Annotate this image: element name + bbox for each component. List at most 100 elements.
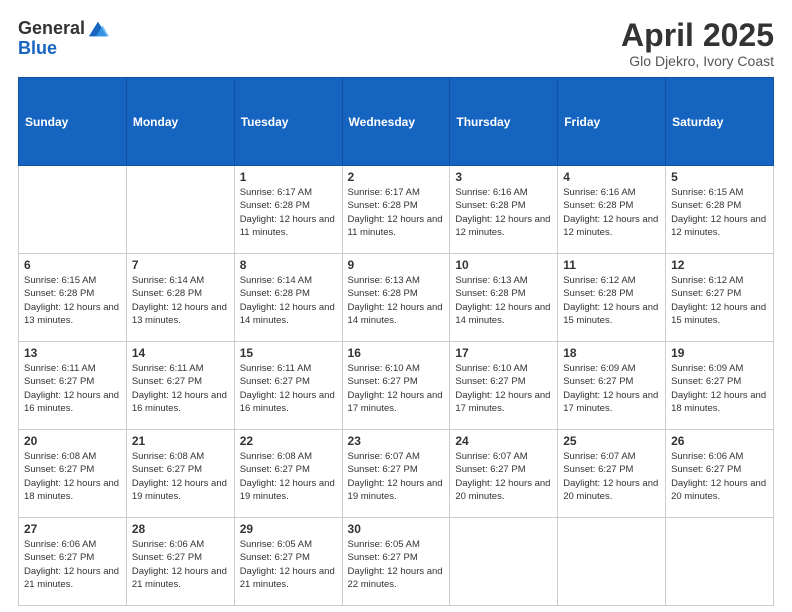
day-info: Sunrise: 6:10 AM Sunset: 6:27 PM Dayligh… [455, 362, 552, 415]
calendar-cell: 11 Sunrise: 6:12 AM Sunset: 6:28 PM Dayli… [558, 254, 666, 342]
calendar-cell: 20 Sunrise: 6:08 AM Sunset: 6:27 PM Dayli… [19, 430, 127, 518]
day-info: Sunrise: 6:17 AM Sunset: 6:28 PM Dayligh… [240, 186, 337, 239]
day-info: Sunrise: 6:05 AM Sunset: 6:27 PM Dayligh… [348, 538, 445, 591]
logo-icon [87, 18, 109, 40]
calendar-cell: 4 Sunrise: 6:16 AM Sunset: 6:28 PM Daylig… [558, 166, 666, 254]
day-info: Sunrise: 6:08 AM Sunset: 6:27 PM Dayligh… [24, 450, 121, 503]
day-number: 23 [348, 434, 445, 448]
day-number: 7 [132, 258, 229, 272]
day-info: Sunrise: 6:14 AM Sunset: 6:28 PM Dayligh… [240, 274, 337, 327]
day-info: Sunrise: 6:17 AM Sunset: 6:28 PM Dayligh… [348, 186, 445, 239]
day-info: Sunrise: 6:11 AM Sunset: 6:27 PM Dayligh… [24, 362, 121, 415]
calendar-cell: 13 Sunrise: 6:11 AM Sunset: 6:27 PM Dayli… [19, 342, 127, 430]
day-info: Sunrise: 6:13 AM Sunset: 6:28 PM Dayligh… [348, 274, 445, 327]
col-header-thursday: Thursday [450, 78, 558, 166]
day-number: 2 [348, 170, 445, 184]
col-header-monday: Monday [126, 78, 234, 166]
calendar-cell: 1 Sunrise: 6:17 AM Sunset: 6:28 PM Daylig… [234, 166, 342, 254]
calendar-week-1: 1 Sunrise: 6:17 AM Sunset: 6:28 PM Daylig… [19, 166, 774, 254]
calendar-header-row: SundayMondayTuesdayWednesdayThursdayFrid… [19, 78, 774, 166]
logo-blue: Blue [18, 38, 109, 60]
day-info: Sunrise: 6:15 AM Sunset: 6:28 PM Dayligh… [24, 274, 121, 327]
col-header-saturday: Saturday [666, 78, 774, 166]
day-number: 28 [132, 522, 229, 536]
page: General Blue April 2025 Glo Djekro, Ivor… [0, 0, 792, 612]
calendar-cell: 18 Sunrise: 6:09 AM Sunset: 6:27 PM Dayli… [558, 342, 666, 430]
day-number: 8 [240, 258, 337, 272]
day-info: Sunrise: 6:05 AM Sunset: 6:27 PM Dayligh… [240, 538, 337, 591]
title-location: Glo Djekro, Ivory Coast [621, 53, 774, 69]
calendar-cell: 16 Sunrise: 6:10 AM Sunset: 6:27 PM Dayli… [342, 342, 450, 430]
calendar-cell [126, 166, 234, 254]
day-info: Sunrise: 6:13 AM Sunset: 6:28 PM Dayligh… [455, 274, 552, 327]
day-number: 14 [132, 346, 229, 360]
col-header-sunday: Sunday [19, 78, 127, 166]
day-number: 15 [240, 346, 337, 360]
day-number: 3 [455, 170, 552, 184]
calendar-cell: 3Sunrise: 6:16 AM Sunset: 6:28 PM Daylig… [450, 166, 558, 254]
day-number: 22 [240, 434, 337, 448]
day-number: 20 [24, 434, 121, 448]
calendar-cell: 6 Sunrise: 6:15 AM Sunset: 6:28 PM Daylig… [19, 254, 127, 342]
logo: General Blue [18, 18, 109, 60]
calendar-cell: 12Sunrise: 6:12 AM Sunset: 6:27 PM Dayli… [666, 254, 774, 342]
day-number: 27 [24, 522, 121, 536]
calendar-cell: 19 Sunrise: 6:09 AM Sunset: 6:27 PM Dayli… [666, 342, 774, 430]
day-info: Sunrise: 6:09 AM Sunset: 6:27 PM Dayligh… [671, 362, 768, 415]
day-number: 18 [563, 346, 660, 360]
calendar-cell: 21 Sunrise: 6:08 AM Sunset: 6:27 PM Dayli… [126, 430, 234, 518]
calendar-table: SundayMondayTuesdayWednesdayThursdayFrid… [18, 77, 774, 606]
day-info: Sunrise: 6:10 AM Sunset: 6:27 PM Dayligh… [348, 362, 445, 415]
day-number: 13 [24, 346, 121, 360]
calendar-cell: 2 Sunrise: 6:17 AM Sunset: 6:28 PM Daylig… [342, 166, 450, 254]
day-number: 24 [455, 434, 552, 448]
calendar-cell [450, 518, 558, 606]
day-number: 12 [671, 258, 768, 272]
day-info: Sunrise: 6:16 AM Sunset: 6:28 PM Dayligh… [563, 186, 660, 239]
col-header-friday: Friday [558, 78, 666, 166]
col-header-wednesday: Wednesday [342, 78, 450, 166]
day-info: Sunrise: 6:07 AM Sunset: 6:27 PM Dayligh… [563, 450, 660, 503]
calendar-cell: 8 Sunrise: 6:14 AM Sunset: 6:28 PM Daylig… [234, 254, 342, 342]
col-header-tuesday: Tuesday [234, 78, 342, 166]
day-info: Sunrise: 6:11 AM Sunset: 6:27 PM Dayligh… [132, 362, 229, 415]
day-info: Sunrise: 6:07 AM Sunset: 6:27 PM Dayligh… [348, 450, 445, 503]
day-number: 11 [563, 258, 660, 272]
calendar-week-4: 20 Sunrise: 6:08 AM Sunset: 6:27 PM Dayli… [19, 430, 774, 518]
calendar-cell: 27 Sunrise: 6:06 AM Sunset: 6:27 PM Dayli… [19, 518, 127, 606]
day-number: 16 [348, 346, 445, 360]
calendar-cell: 28 Sunrise: 6:06 AM Sunset: 6:27 PM Dayli… [126, 518, 234, 606]
calendar-cell: 22 Sunrise: 6:08 AM Sunset: 6:27 PM Dayli… [234, 430, 342, 518]
calendar-cell: 10 Sunrise: 6:13 AM Sunset: 6:28 PM Dayli… [450, 254, 558, 342]
day-number: 26 [671, 434, 768, 448]
calendar-cell: 30Sunrise: 6:05 AM Sunset: 6:27 PM Dayli… [342, 518, 450, 606]
day-info: Sunrise: 6:11 AM Sunset: 6:27 PM Dayligh… [240, 362, 337, 415]
day-number: 19 [671, 346, 768, 360]
day-number: 1 [240, 170, 337, 184]
day-info: Sunrise: 6:08 AM Sunset: 6:27 PM Dayligh… [240, 450, 337, 503]
calendar-cell [666, 518, 774, 606]
day-info: Sunrise: 6:06 AM Sunset: 6:27 PM Dayligh… [132, 538, 229, 591]
calendar-week-3: 13 Sunrise: 6:11 AM Sunset: 6:27 PM Dayli… [19, 342, 774, 430]
day-info: Sunrise: 6:09 AM Sunset: 6:27 PM Dayligh… [563, 362, 660, 415]
day-info: Sunrise: 6:12 AM Sunset: 6:28 PM Dayligh… [563, 274, 660, 327]
calendar-cell: 29 Sunrise: 6:05 AM Sunset: 6:27 PM Dayli… [234, 518, 342, 606]
day-number: 25 [563, 434, 660, 448]
day-info: Sunrise: 6:14 AM Sunset: 6:28 PM Dayligh… [132, 274, 229, 327]
calendar-week-2: 6 Sunrise: 6:15 AM Sunset: 6:28 PM Daylig… [19, 254, 774, 342]
calendar-cell [558, 518, 666, 606]
day-number: 10 [455, 258, 552, 272]
day-info: Sunrise: 6:07 AM Sunset: 6:27 PM Dayligh… [455, 450, 552, 503]
day-number: 29 [240, 522, 337, 536]
title-block: April 2025 Glo Djekro, Ivory Coast [621, 18, 774, 69]
day-info: Sunrise: 6:06 AM Sunset: 6:27 PM Dayligh… [24, 538, 121, 591]
calendar-cell: 17Sunrise: 6:10 AM Sunset: 6:27 PM Dayli… [450, 342, 558, 430]
calendar-cell: 26Sunrise: 6:06 AM Sunset: 6:27 PM Dayli… [666, 430, 774, 518]
day-number: 21 [132, 434, 229, 448]
calendar-cell: 23 Sunrise: 6:07 AM Sunset: 6:27 PM Dayli… [342, 430, 450, 518]
day-info: Sunrise: 6:08 AM Sunset: 6:27 PM Dayligh… [132, 450, 229, 503]
day-number: 6 [24, 258, 121, 272]
day-number: 4 [563, 170, 660, 184]
calendar-week-5: 27 Sunrise: 6:06 AM Sunset: 6:27 PM Dayli… [19, 518, 774, 606]
header: General Blue April 2025 Glo Djekro, Ivor… [18, 18, 774, 69]
